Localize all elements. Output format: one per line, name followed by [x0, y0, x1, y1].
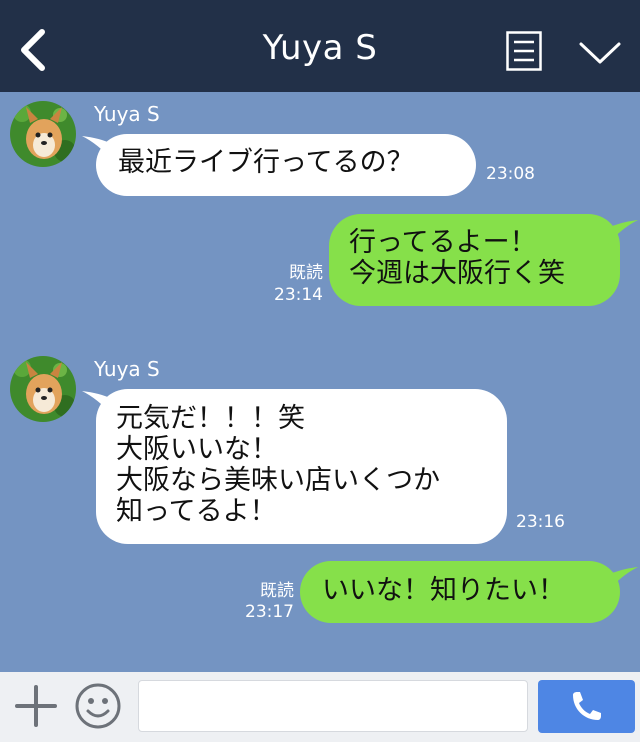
smiley-icon[interactable] — [74, 682, 122, 730]
sender-name: Yuya S — [94, 102, 160, 126]
bubble-tail — [608, 220, 638, 244]
avatar[interactable] — [10, 356, 76, 422]
read-receipt: 既読 — [289, 263, 323, 283]
message-bubble-outgoing[interactable]: いいな！知りたい！ — [300, 561, 620, 623]
bubble-tail — [608, 567, 638, 591]
phone-icon — [573, 692, 601, 720]
plus-icon[interactable] — [14, 684, 58, 728]
message-bubble-incoming[interactable]: 元気だ！！！笑 大阪いいな！ 大阪なら美味い店いくつか 知ってるよ！ — [96, 389, 507, 544]
dog-avatar-icon — [10, 356, 76, 422]
chevron-down-icon[interactable] — [578, 40, 622, 66]
message-time: 23:08 — [486, 164, 535, 184]
note-icon[interactable] — [506, 31, 542, 71]
avatar[interactable] — [10, 101, 76, 167]
message-bubble-incoming[interactable]: 最近ライブ行ってるの？ — [96, 134, 476, 196]
message-time: 23:14 — [274, 285, 323, 305]
message-time: 23:16 — [516, 512, 565, 532]
chat-title: Yuya S — [262, 28, 378, 68]
read-receipt: 既読 — [260, 581, 294, 601]
call-button[interactable] — [538, 680, 635, 733]
chat-header: Yuya S — [0, 0, 640, 92]
message-bubble-outgoing[interactable]: 行ってるよー！ 今週は大阪行く笑 — [329, 214, 620, 306]
message-input[interactable] — [138, 680, 528, 732]
message-time: 23:17 — [245, 602, 294, 622]
message-list[interactable]: Yuya S 最近ライブ行ってるの？ 23:08 行ってるよー！ 今週は大阪行く… — [0, 92, 640, 672]
dog-avatar-icon — [10, 101, 76, 167]
sender-name: Yuya S — [94, 357, 160, 381]
